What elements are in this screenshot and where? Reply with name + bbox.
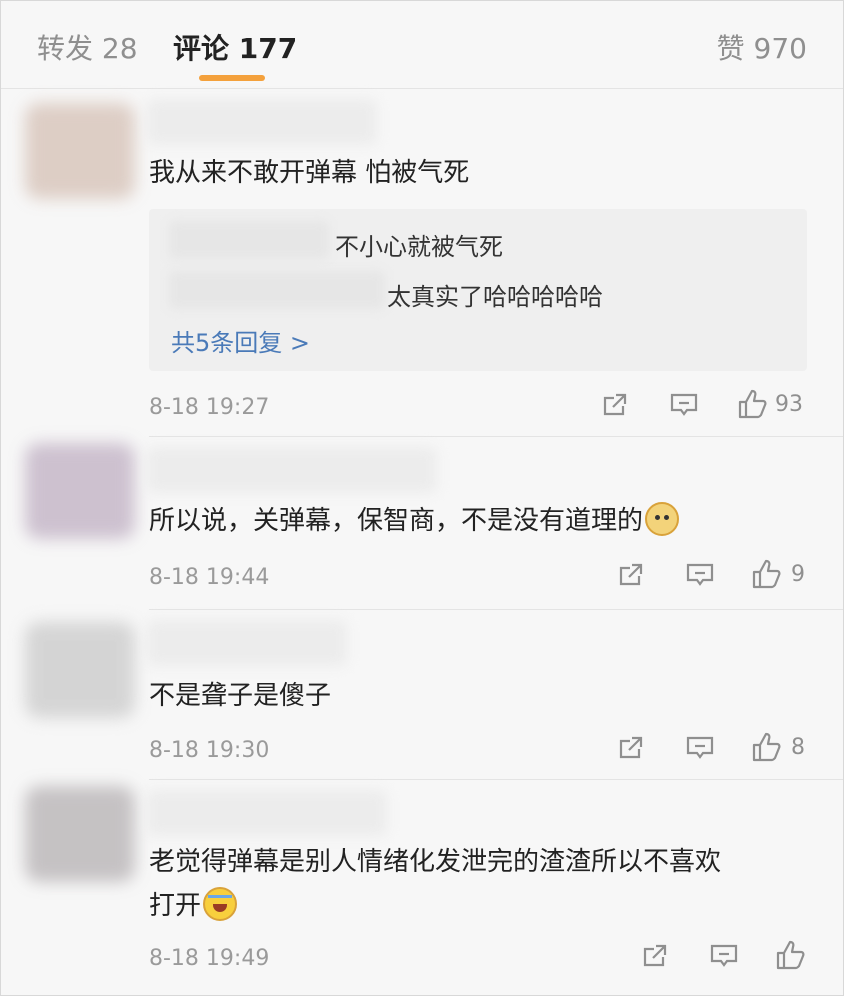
- comment-text: 老觉得弹幕是别人情绪化发泄完的渣渣所以不喜欢 打开: [149, 840, 819, 928]
- comment-time: 8-18 19:27: [149, 395, 270, 420]
- laughing-crying-emoji: [203, 886, 238, 921]
- avatar[interactable]: [25, 622, 135, 718]
- username[interactable]: [147, 620, 347, 666]
- comment-text: 我从来不敢开弹幕 怕被气死: [149, 158, 470, 188]
- active-tab-indicator: [199, 75, 265, 81]
- thumbs-up-icon: [752, 559, 781, 589]
- like-count: 9: [791, 561, 805, 587]
- comment-button[interactable]: [709, 942, 739, 970]
- share-icon: [643, 944, 667, 967]
- comment-text: 不是聋子是傻子: [149, 681, 332, 711]
- thumbs-up-icon: [752, 732, 781, 762]
- share-button[interactable]: [617, 734, 645, 762]
- avatar[interactable]: [25, 103, 135, 199]
- thumbs-up-icon: [738, 389, 767, 419]
- comment-item: 我从来不敢开弹幕 怕被气死 不小心就被气死 太真实了哈哈哈哈哈 共5条回复 > …: [1, 89, 843, 437]
- comment-item: 老觉得弹幕是别人情绪化发泄完的渣渣所以不喜欢 打开 8-18 19:49: [1, 780, 843, 995]
- comment-time: 8-18 19:44: [149, 565, 270, 590]
- share-icon: [619, 736, 643, 759]
- comment-item: 不是聋子是傻子 8-18 19:30 8: [1, 610, 843, 780]
- comment-item: 所以说，关弹幕，保智商，不是没有道理的 8-18 19:44 9: [1, 437, 843, 610]
- comment-icon: [710, 944, 738, 967]
- comment-text: 所以说，关弹幕，保智商，不是没有道理的: [149, 499, 819, 543]
- avatar[interactable]: [25, 786, 135, 882]
- comment-icon: [670, 393, 698, 416]
- comment-time: 8-18 19:49: [149, 946, 270, 971]
- doge-emoji: [645, 501, 680, 536]
- reply-text: 太真实了哈哈哈哈哈: [387, 283, 603, 311]
- comment-time: 8-18 19:30: [149, 738, 270, 763]
- comment-icon: [686, 563, 714, 586]
- reply-text: 不小心就被气死: [335, 233, 503, 261]
- tab-bar: 转发 28 评论 177 赞 970: [1, 1, 843, 89]
- comment-text-content: 所以说，关弹幕，保智商，不是没有道理的: [149, 506, 644, 536]
- reply-username[interactable]: [169, 221, 329, 259]
- like-button[interactable]: 8: [751, 732, 805, 762]
- share-button[interactable]: [601, 391, 629, 419]
- like-count: 93: [775, 391, 803, 417]
- username[interactable]: [147, 99, 377, 145]
- avatar[interactable]: [25, 443, 135, 539]
- share-icon: [603, 393, 627, 416]
- tab-reposts[interactable]: 转发 28: [37, 27, 138, 67]
- more-replies-link[interactable]: 共5条回复 >: [171, 323, 310, 358]
- like-button[interactable]: 93: [737, 389, 803, 419]
- comments-panel: 转发 28 评论 177 赞 970 我从来不敢开弹幕 怕被气死 不小心就被气死…: [0, 0, 844, 996]
- thumbs-up-icon: [776, 940, 805, 970]
- like-count: 8: [791, 734, 805, 760]
- like-button[interactable]: [775, 940, 813, 970]
- tab-comments[interactable]: 评论 177: [173, 27, 297, 67]
- comment-icon: [686, 736, 714, 759]
- comment-button[interactable]: [685, 734, 715, 762]
- replies-box[interactable]: 不小心就被气死 太真实了哈哈哈哈哈 共5条回复 >: [149, 209, 807, 371]
- comment-button[interactable]: [669, 391, 699, 419]
- share-button[interactable]: [617, 561, 645, 589]
- tab-likes[interactable]: 赞 970: [717, 27, 807, 67]
- like-button[interactable]: 9: [751, 559, 805, 589]
- share-button[interactable]: [641, 942, 669, 970]
- comment-button[interactable]: [685, 561, 715, 589]
- share-icon: [619, 563, 643, 586]
- username[interactable]: [147, 447, 437, 493]
- username[interactable]: [147, 790, 387, 836]
- reply-username[interactable]: [169, 271, 385, 309]
